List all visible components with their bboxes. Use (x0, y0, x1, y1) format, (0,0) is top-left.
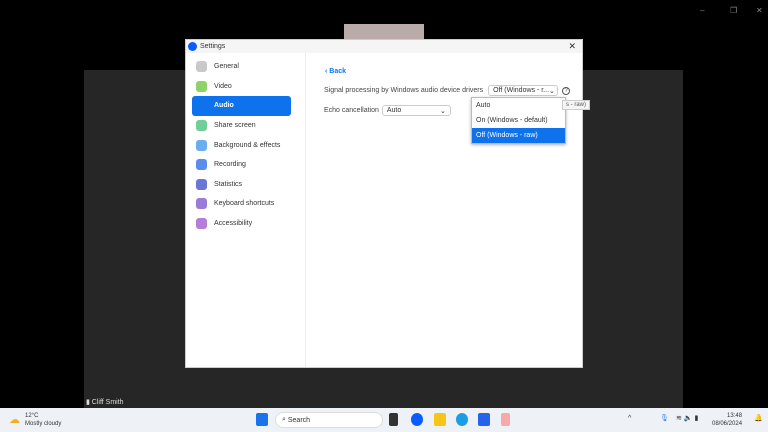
sidebar-item-label: Keyboard shortcuts (214, 200, 275, 208)
notification-icon[interactable]: 🔔 (754, 414, 763, 422)
general-icon (196, 61, 207, 73)
signal-dropdown-menu: Auto On (Windows - default) Off (Windows -… (471, 97, 566, 144)
sidebar-item-label: General (214, 63, 239, 71)
minimize-icon[interactable]: – (700, 6, 704, 15)
sidebar-item-audio[interactable]: Audio (192, 96, 291, 116)
chevron-up-icon[interactable]: ^ (628, 415, 631, 422)
background-effects-icon (196, 139, 207, 151)
close-button[interactable]: ✕ (568, 41, 576, 52)
video-icon (196, 80, 207, 92)
signal-select[interactable]: Off (Windows - r... ⌄ (488, 85, 559, 96)
recording-icon (196, 159, 207, 171)
sidebar-item-label: Recording (214, 161, 246, 169)
echo-label: Echo cancellation (324, 107, 379, 114)
sidebar-item-background-effects[interactable]: Background & effects (192, 135, 291, 155)
sidebar: General Video Audio Share screen Background … (186, 53, 306, 367)
accessibility-icon (196, 218, 207, 230)
sidebar-item-label: Background & effects (214, 141, 281, 149)
file-explorer-icon[interactable] (434, 413, 446, 426)
zoom-logo-icon (188, 42, 197, 51)
back-link[interactable]: ‹ Back (325, 68, 346, 75)
search-label: Search (287, 416, 311, 424)
dropdown-option[interactable]: Off (Windows - raw) (472, 128, 565, 143)
weather-widget[interactable]: 12°C Mostly cloudy (25, 412, 61, 428)
search-box[interactable]: ⌕ Search (275, 412, 383, 428)
statistics-icon (196, 178, 207, 190)
sidebar-item-label: Statistics (214, 180, 243, 188)
chevron-down-icon: ⌄ (549, 87, 555, 95)
clock[interactable]: 13:48 08/06/2024 (712, 412, 742, 428)
audio-icon (196, 100, 207, 111)
sidebar-item-statistics[interactable]: Statistics (192, 175, 291, 195)
title-bar: Settings ✕ (186, 40, 582, 53)
sidebar-item-accessibility[interactable]: Accessibility (192, 214, 291, 234)
temperature: 12°C (25, 413, 39, 419)
echo-row: Echo cancellation Auto ⌄ (324, 105, 451, 116)
sidebar-item-general[interactable]: General (192, 57, 291, 77)
start-icon[interactable] (256, 413, 268, 426)
sidebar-item-recording[interactable]: Recording (192, 155, 291, 175)
sidebar-item-label: Audio (214, 102, 234, 110)
weather-icon: ☁ (9, 414, 20, 426)
wifi-icon[interactable]: ≋ 🔈 ▮ (676, 414, 698, 422)
sidebar-item-label: Video (214, 82, 232, 90)
share-screen-icon (196, 120, 207, 132)
window-title: Settings (200, 43, 226, 50)
settings-window: Settings ✕ General Video Audio Share screen… (185, 39, 583, 368)
paint-icon[interactable] (501, 413, 510, 426)
time: 13:48 (727, 413, 743, 419)
zoom-app-icon[interactable] (411, 413, 423, 426)
signal-label: Signal processing by Windows audio devic… (324, 87, 484, 94)
date: 08/06/2024 (712, 421, 743, 427)
microphone-icon[interactable]: 🎙 (660, 414, 669, 422)
participant-name-text: Cliff Smith (91, 399, 124, 406)
back-label: Back (329, 68, 347, 75)
echo-select[interactable]: Auto ⌄ (381, 105, 451, 116)
edge-icon[interactable] (456, 413, 468, 426)
tooltip: s - raw) (562, 100, 590, 110)
signal-processing-row: Signal processing by Windows audio devic… (324, 85, 571, 96)
sidebar-item-label: Share screen (214, 122, 256, 130)
weather-text: Mostly cloudy (25, 421, 62, 427)
help-icon[interactable]: ? (562, 86, 571, 95)
participant-name: ▮ Cliff Smith (86, 399, 124, 406)
sidebar-item-share-screen[interactable]: Share screen (192, 116, 291, 136)
sidebar-item-label: Accessibility (214, 220, 253, 228)
dropdown-option[interactable]: On (Windows - default) (472, 113, 565, 128)
store-icon[interactable] (478, 413, 490, 426)
keyboard-shortcuts-icon (196, 198, 207, 210)
echo-value: Auto (386, 107, 402, 114)
task-view-icon[interactable] (389, 413, 398, 426)
signal-value: Off (Windows - r... (493, 87, 550, 94)
sidebar-item-keyboard-shortcuts[interactable]: Keyboard shortcuts (192, 194, 291, 214)
restore-icon[interactable]: ❐ (730, 6, 737, 15)
close-icon[interactable]: ✕ (756, 6, 763, 15)
chevron-down-icon: ⌄ (440, 107, 446, 115)
sidebar-item-video[interactable]: Video (192, 77, 291, 97)
taskbar: ☁ 12°C Mostly cloudy ⌕ Search ^ 🎙 ≋ 🔈 ▮ 1… (0, 408, 768, 432)
dropdown-option[interactable]: Auto (472, 98, 565, 113)
